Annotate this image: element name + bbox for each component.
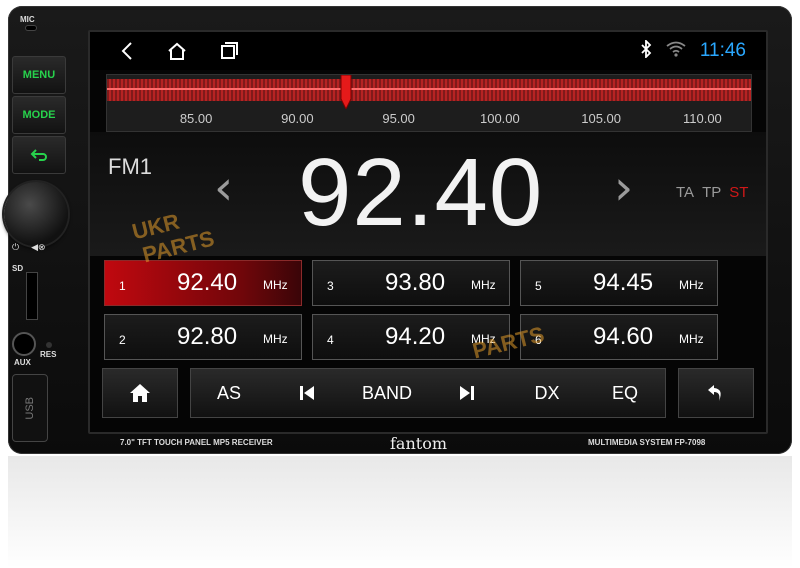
tuner-tick-label: 90.00 (281, 111, 314, 126)
preset-frequency: 93.80 (385, 269, 446, 296)
sd-label: SD (12, 264, 24, 273)
tuner-tick-label: 110.00 (682, 111, 722, 126)
brand-logo: fantom (390, 434, 447, 453)
preset-number: 4 (327, 333, 334, 347)
current-frequency: 92.40 (298, 139, 544, 246)
tuner-band-line (107, 88, 751, 90)
clock: 11:46 (699, 40, 746, 61)
seek-down-arrow[interactable]: ‹ (214, 160, 233, 216)
preset-number: 1 (119, 279, 126, 293)
back-chevron-icon[interactable] (116, 40, 138, 62)
prev-track-button[interactable] (299, 385, 315, 406)
volume-knob[interactable] (4, 182, 68, 246)
preset-button-2[interactable]: 2 92.80 MHz (104, 314, 302, 360)
caption-left: 7.0" TFT TOUCH PANEL MP5 RECEIVER (120, 438, 273, 447)
preset-frequency: 94.45 (593, 269, 654, 296)
bluetooth-icon (640, 38, 652, 63)
mode-button[interactable]: MODE (12, 96, 66, 134)
preset-frequency: 92.80 (177, 323, 238, 350)
preset-frequency: 94.60 (593, 323, 654, 350)
mirror-reflection (8, 456, 792, 568)
ta-flag: TA (676, 184, 695, 201)
radio-flags: TA TP ST (676, 184, 748, 201)
tuner-tick-label: 95.00 (382, 111, 415, 126)
caption-right: MULTIMEDIA SYSTEM FP-7098 (588, 438, 706, 447)
tuner-band (107, 79, 751, 101)
aux-jack[interactable] (12, 332, 36, 356)
mic-label: MIC (20, 15, 35, 24)
bottom-control-bar: AS BAND DX EQ (102, 368, 754, 418)
reset-button[interactable] (46, 342, 52, 348)
back-button[interactable] (678, 368, 754, 418)
auto-store-button[interactable]: AS (217, 383, 241, 404)
preset-number: 2 (119, 333, 126, 347)
skip-back-icon (300, 386, 314, 400)
preset-button-1[interactable]: 1 92.40 MHz (104, 260, 302, 306)
usb-label: USB (23, 396, 36, 420)
tuner-tick-label: 100.00 (479, 111, 520, 126)
tuner-tick-label: 105.00 (581, 111, 622, 126)
return-arrow-icon (30, 149, 47, 161)
power-icon: ⏻ (12, 242, 20, 252)
seek-up-arrow[interactable]: › (614, 160, 633, 216)
band-label: FM1 (108, 154, 152, 179)
preset-number: 5 (535, 279, 542, 293)
tuner-needle[interactable] (340, 75, 352, 109)
preset-grid: 1 92.40 MHz 3 93.80 MHz 5 94.45 MHz 2 92… (104, 258, 752, 362)
preset-button-6[interactable]: 6 94.60 MHz (520, 314, 718, 360)
aux-label: AUX (14, 358, 31, 367)
eq-button[interactable]: EQ (612, 383, 638, 404)
preset-frequency: 94.20 (385, 323, 446, 350)
res-label: RES (40, 350, 57, 359)
home-icon (130, 384, 150, 402)
return-button[interactable] (12, 136, 66, 174)
control-strip: AS BAND DX EQ (190, 368, 666, 418)
st-flag: ST (729, 184, 749, 201)
head-unit-bezel: MIC MENU MODE ⏻ ◀⊗ SD AUX RES USB 11:46 … (4, 6, 792, 454)
recents-icon[interactable] (218, 40, 240, 62)
tuner-tick-label: 85.00 (179, 111, 213, 126)
home-icon[interactable] (166, 40, 188, 62)
mute-icon: ◀⊗ (31, 242, 46, 252)
menu-button[interactable]: MENU (12, 56, 66, 94)
next-track-button[interactable] (459, 385, 475, 406)
sd-card-slot[interactable] (26, 272, 38, 320)
preset-button-3[interactable]: 3 93.80 MHz (312, 260, 510, 306)
preset-frequency: 92.40 (177, 269, 238, 296)
knob-icons: ⏻ ◀⊗ (12, 242, 46, 253)
reflection-gradient (8, 456, 792, 568)
preset-number: 3 (327, 279, 334, 293)
frequency-tuner-scale[interactable]: 85.00 90.00 95.00 100.00 105.00 110.00 (106, 74, 752, 132)
band-button[interactable]: BAND (362, 383, 412, 404)
left-control-panel: MIC MENU MODE ⏻ ◀⊗ SD AUX RES USB (4, 6, 78, 454)
usb-port[interactable]: USB (12, 374, 48, 442)
dx-button[interactable]: DX (534, 383, 559, 404)
preset-unit: MHz (263, 332, 288, 346)
tp-flag: TP (702, 184, 722, 201)
mic-hole (26, 26, 36, 30)
preset-unit: MHz (263, 278, 288, 292)
wifi-icon (666, 41, 686, 62)
preset-unit: MHz (471, 278, 496, 292)
preset-unit: MHz (679, 278, 704, 292)
preset-button-5[interactable]: 5 94.45 MHz (520, 260, 718, 306)
preset-unit: MHz (679, 332, 704, 346)
status-bar: 11:46 (90, 32, 766, 70)
skip-forward-icon (460, 386, 474, 400)
status-right: 11:46 (640, 38, 746, 64)
return-arrow-icon (708, 385, 721, 401)
home-button[interactable] (102, 368, 178, 418)
